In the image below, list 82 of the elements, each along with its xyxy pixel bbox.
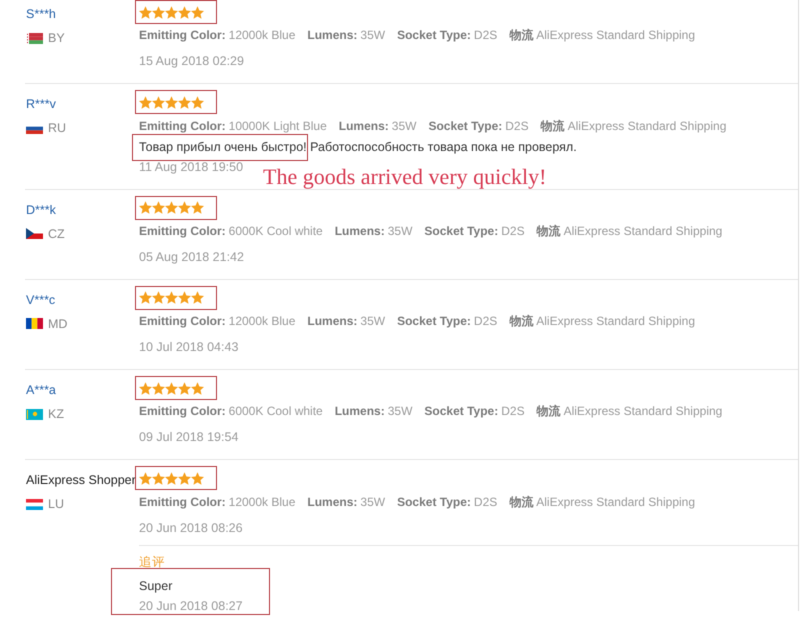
star-icon xyxy=(139,96,152,109)
attribute-text: Emitting Color: 12000k Blue xyxy=(139,494,296,510)
star-icon xyxy=(178,382,191,394)
star-icon xyxy=(139,201,152,214)
flag-icon xyxy=(26,228,43,239)
attribute-text: Emitting Color: 6000K Cool white xyxy=(139,403,323,420)
review-date: 11 Aug 2018 19:50 xyxy=(139,158,244,176)
attribute-text: Lumens: 35W xyxy=(307,27,386,44)
attribute-text: 物流 AliExpress Standard Shipping xyxy=(509,313,696,330)
attribute-text: Emitting Color: 12000k Blue xyxy=(139,27,296,44)
review-date: 20 Jun 2018 08:26 xyxy=(139,520,243,536)
star-icon xyxy=(191,382,204,394)
star-icon xyxy=(178,201,191,214)
follow-up-text: Super xyxy=(139,578,172,595)
attribute-text: 物流 AliExpress Standard Shipping xyxy=(536,222,722,240)
reviewer-link[interactable]: R***v xyxy=(26,94,56,114)
attribute-text: Socket Type: D2S xyxy=(424,222,525,240)
country-code: LU xyxy=(48,496,64,514)
star-icon xyxy=(191,201,204,214)
star-icon xyxy=(152,6,165,18)
country-code: CZ xyxy=(48,226,65,242)
attribute-text: Lumens: 35W xyxy=(338,118,416,134)
reviewer-link[interactable]: S***h xyxy=(26,4,56,24)
attribute-text: Lumens: 35W xyxy=(334,403,412,420)
flag-icon xyxy=(26,498,43,510)
review-date: 15 Aug 2018 02:29 xyxy=(139,53,244,70)
star-icon xyxy=(152,96,165,109)
star-icon xyxy=(139,382,152,394)
attribute-text: Socket Type: D2S xyxy=(428,118,529,134)
attribute-text: Emitting Color: 6000K Cool white xyxy=(139,222,323,240)
country-code: MD xyxy=(48,316,68,333)
country-code: KZ xyxy=(48,406,64,423)
attribute-text: Socket Type: D2S xyxy=(397,27,498,44)
attribute-text: Lumens: 35W xyxy=(307,494,386,510)
star-icon xyxy=(152,472,165,485)
star-icon xyxy=(165,472,178,485)
star-icon xyxy=(178,472,191,485)
country-code: RU xyxy=(48,120,66,138)
reviewer-name: AliExpress Shopper xyxy=(26,472,136,490)
star-icon xyxy=(165,96,178,109)
attribute-text: Emitting Color: 10000K Light Blue xyxy=(139,118,327,134)
attribute-text: 物流 AliExpress Standard Shipping xyxy=(540,118,726,134)
star-icon xyxy=(152,382,165,394)
attribute-text: 物流 AliExpress Standard Shipping xyxy=(509,27,696,44)
reviewer-link[interactable]: D***k xyxy=(26,200,56,220)
reviewer-link[interactable]: A***a xyxy=(26,380,56,400)
flag-icon xyxy=(26,408,43,420)
star-icon xyxy=(191,6,204,18)
attribute-text: Socket Type: D2S xyxy=(397,494,498,510)
star-icon xyxy=(178,291,191,304)
review-date: 10 Jul 2018 04:43 xyxy=(139,339,238,356)
star-icon xyxy=(191,96,204,109)
review-date: 09 Jul 2018 19:54 xyxy=(139,429,238,446)
star-icon xyxy=(191,472,204,485)
star-icon xyxy=(139,291,152,304)
follow-up-date: 20 Jun 2018 08:27 xyxy=(139,598,243,614)
attribute-text: 物流 AliExpress Standard Shipping xyxy=(536,403,722,420)
attribute-text: Emitting Color: 12000k Blue xyxy=(139,313,296,330)
follow-up-label: 追评 xyxy=(139,554,165,570)
star-icon xyxy=(165,6,178,18)
star-icon xyxy=(178,6,191,18)
star-icon xyxy=(152,291,165,304)
star-icon xyxy=(165,201,178,214)
star-icon xyxy=(139,472,152,485)
review-date: 05 Aug 2018 21:42 xyxy=(139,248,244,266)
flag-icon xyxy=(26,32,43,44)
star-icon xyxy=(178,96,191,109)
attribute-text: Socket Type: D2S xyxy=(424,403,525,420)
attribute-text: 物流 AliExpress Standard Shipping xyxy=(509,494,696,510)
annotation-text: The goods arrived very quickly! xyxy=(263,164,546,188)
star-icon xyxy=(165,291,178,304)
country-code: BY xyxy=(48,30,65,47)
star-icon xyxy=(165,382,178,394)
reviewer-link[interactable]: V***c xyxy=(26,290,56,310)
attribute-text: Socket Type: D2S xyxy=(397,313,498,330)
star-icon xyxy=(152,201,165,214)
attribute-text: Lumens: 35W xyxy=(334,222,412,240)
star-icon xyxy=(139,6,152,18)
review-comment: Товар прибыл очень быстро! Работоспособность товара пока не проверял. xyxy=(139,138,577,156)
flag-icon xyxy=(26,318,43,330)
star-icon xyxy=(191,291,204,304)
attribute-text: Lumens: 35W xyxy=(307,313,386,330)
